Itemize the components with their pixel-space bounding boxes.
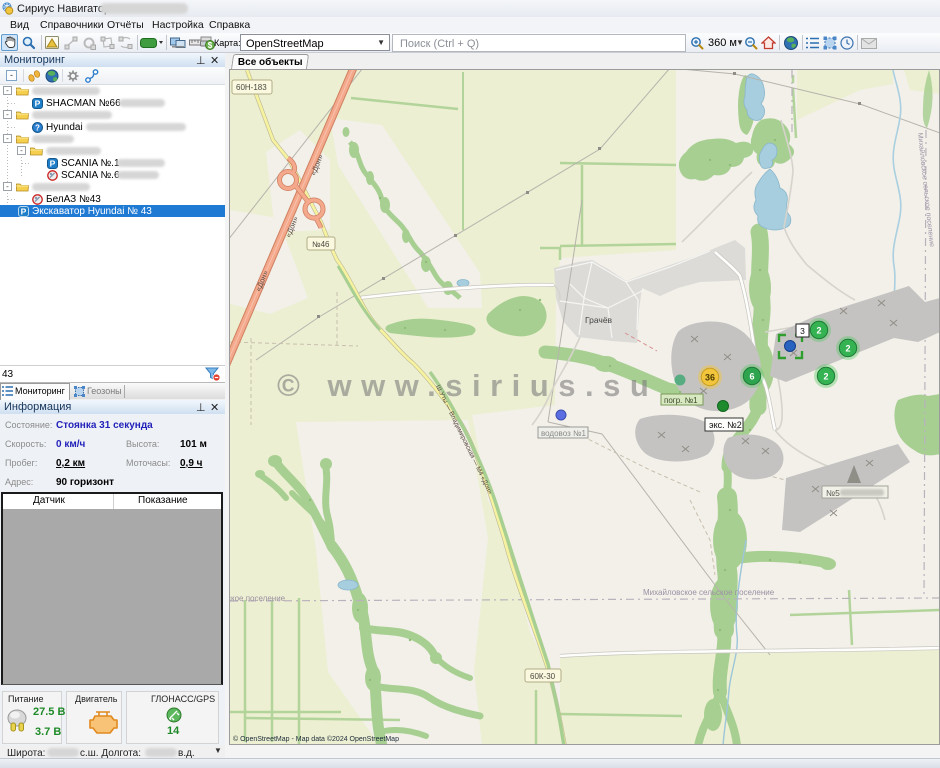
svg-text:Грачёв: Грачёв xyxy=(585,315,613,325)
svg-text:2: 2 xyxy=(816,326,821,336)
svg-text:ское поселение: ское поселение xyxy=(230,594,286,603)
svg-text:P: P xyxy=(50,158,56,168)
svg-text:P: P xyxy=(21,206,27,216)
svg-text:2: 2 xyxy=(823,372,828,382)
svg-text:36: 36 xyxy=(705,373,715,383)
svg-text:3: 3 xyxy=(800,326,805,336)
svg-text:экс. №2: экс. №2 xyxy=(709,420,742,430)
svg-text:6: 6 xyxy=(749,372,754,382)
svg-text:Михайловское сельское поселени: Михайловское сельское поселение xyxy=(643,588,775,597)
svg-text:© OpenStreetMap - Map data ©20: © OpenStreetMap - Map data ©2024 OpenStr… xyxy=(233,735,399,743)
svg-text:?: ? xyxy=(35,123,40,132)
svg-text:№46: №46 xyxy=(312,240,330,249)
svg-text:60К-30: 60К-30 xyxy=(530,672,556,681)
svg-text:погр. №1: погр. №1 xyxy=(664,396,698,405)
svg-text:№5: №5 xyxy=(826,488,840,498)
svg-text:2: 2 xyxy=(845,344,850,354)
svg-text:P: P xyxy=(35,98,41,108)
svg-text:60Н-183: 60Н-183 xyxy=(236,83,267,92)
svg-text:водовоз №1: водовоз №1 xyxy=(541,429,587,438)
svg-text:$: $ xyxy=(208,41,213,50)
svg-text:© www.sirius.su: © www.sirius.su xyxy=(277,368,658,403)
